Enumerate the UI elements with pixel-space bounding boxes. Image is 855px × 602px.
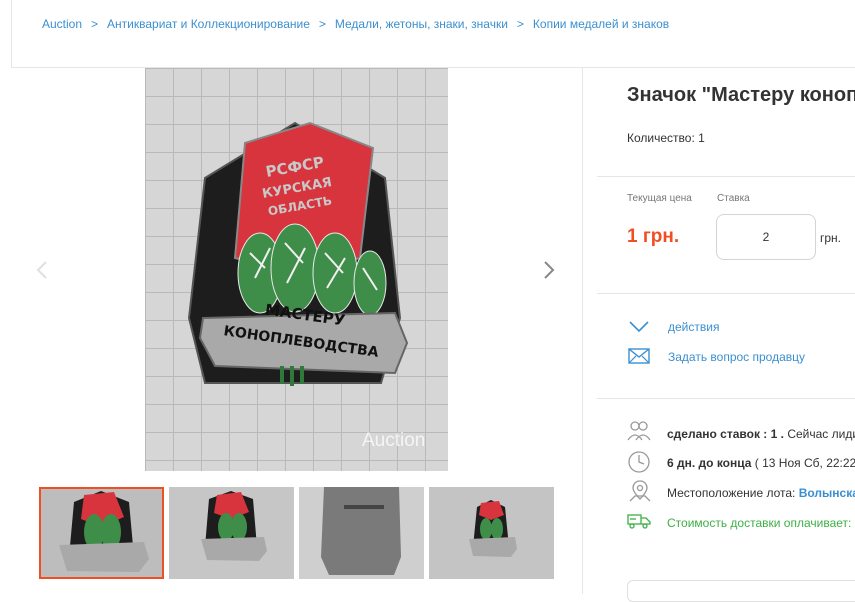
current-price-label: Текущая цена	[627, 193, 692, 204]
divider	[597, 176, 855, 177]
thumbnail-1[interactable]	[39, 487, 164, 579]
truck-icon	[627, 512, 651, 530]
shipping-info: Стоимость доставки оплачивает:	[667, 516, 852, 530]
thumbnail-4[interactable]	[429, 487, 554, 579]
users-icon	[627, 420, 651, 442]
actions-dropdown[interactable]: действия	[668, 320, 719, 334]
thumbnail-2[interactable]	[169, 487, 294, 579]
bids-label: сделано ставок :	[667, 427, 768, 441]
end-time: ( 13 Ноя Сб, 22:22	[754, 456, 855, 470]
divider	[597, 398, 855, 399]
breadcrumb-separator: >	[516, 17, 524, 31]
bids-tail: Сейчас лиди	[787, 427, 855, 441]
chevron-down-icon[interactable]	[628, 318, 650, 334]
breadcrumb-medals[interactable]: Медали, жетоны, знаки, значки	[335, 17, 508, 31]
next-photo-arrow-icon[interactable]	[540, 260, 558, 280]
bottom-panel	[627, 580, 855, 602]
breadcrumb-auction[interactable]: Auction	[42, 17, 82, 31]
current-price: 1 грн.	[627, 226, 680, 247]
quantity-label: Количество: 1	[627, 131, 705, 145]
bid-input[interactable]: 2	[716, 214, 816, 260]
breadcrumb-separator: >	[318, 17, 326, 31]
ask-seller-link[interactable]: Задать вопрос продавцу	[668, 350, 805, 364]
location-value[interactable]: Волынска	[799, 486, 855, 500]
location-icon	[628, 479, 652, 503]
watermark: Auction	[362, 430, 426, 451]
bids-info: сделано ставок : 1 . Сейчас лиди	[667, 427, 855, 441]
expand-icon[interactable]	[515, 85, 549, 119]
divider	[597, 293, 855, 294]
breadcrumb-copies[interactable]: Копии медалей и знаков	[533, 17, 669, 31]
currency-label: грн.	[820, 231, 842, 245]
product-title: Значок "Мастеру коноп	[627, 84, 855, 106]
previous-photo-arrow-icon[interactable]	[34, 260, 52, 280]
breadcrumb-antiques[interactable]: Антиквариат и Коллекционирование	[107, 17, 310, 31]
location-info: Местоположение лота: Волынска	[667, 486, 855, 500]
breadcrumb: Auction > Антиквариат и Коллекционирование…	[42, 17, 669, 31]
days-left: 6 дн. до конца	[667, 456, 752, 470]
divider	[11, 0, 12, 68]
clock-icon	[627, 450, 651, 474]
envelope-icon[interactable]	[628, 348, 650, 364]
time-remaining: 6 дн. до конца ( 13 Ноя Сб, 22:22	[667, 456, 855, 470]
bids-count: 1 .	[770, 427, 784, 441]
bid-label: Ставка	[717, 193, 750, 204]
thumbnail-3[interactable]	[299, 487, 424, 579]
badge-image: РСФСР КУРСКАЯ ОБЛАСТЬ МАСТЕРУ КОНОПЛЕВОД…	[187, 121, 409, 386]
location-label: Местоположение лота:	[667, 486, 796, 500]
main-product-photo[interactable]: РСФСР КУРСКАЯ ОБЛАСТЬ МАСТЕРУ КОНОПЛЕВОД…	[145, 68, 448, 471]
divider	[582, 67, 583, 594]
breadcrumb-separator: >	[91, 17, 99, 31]
